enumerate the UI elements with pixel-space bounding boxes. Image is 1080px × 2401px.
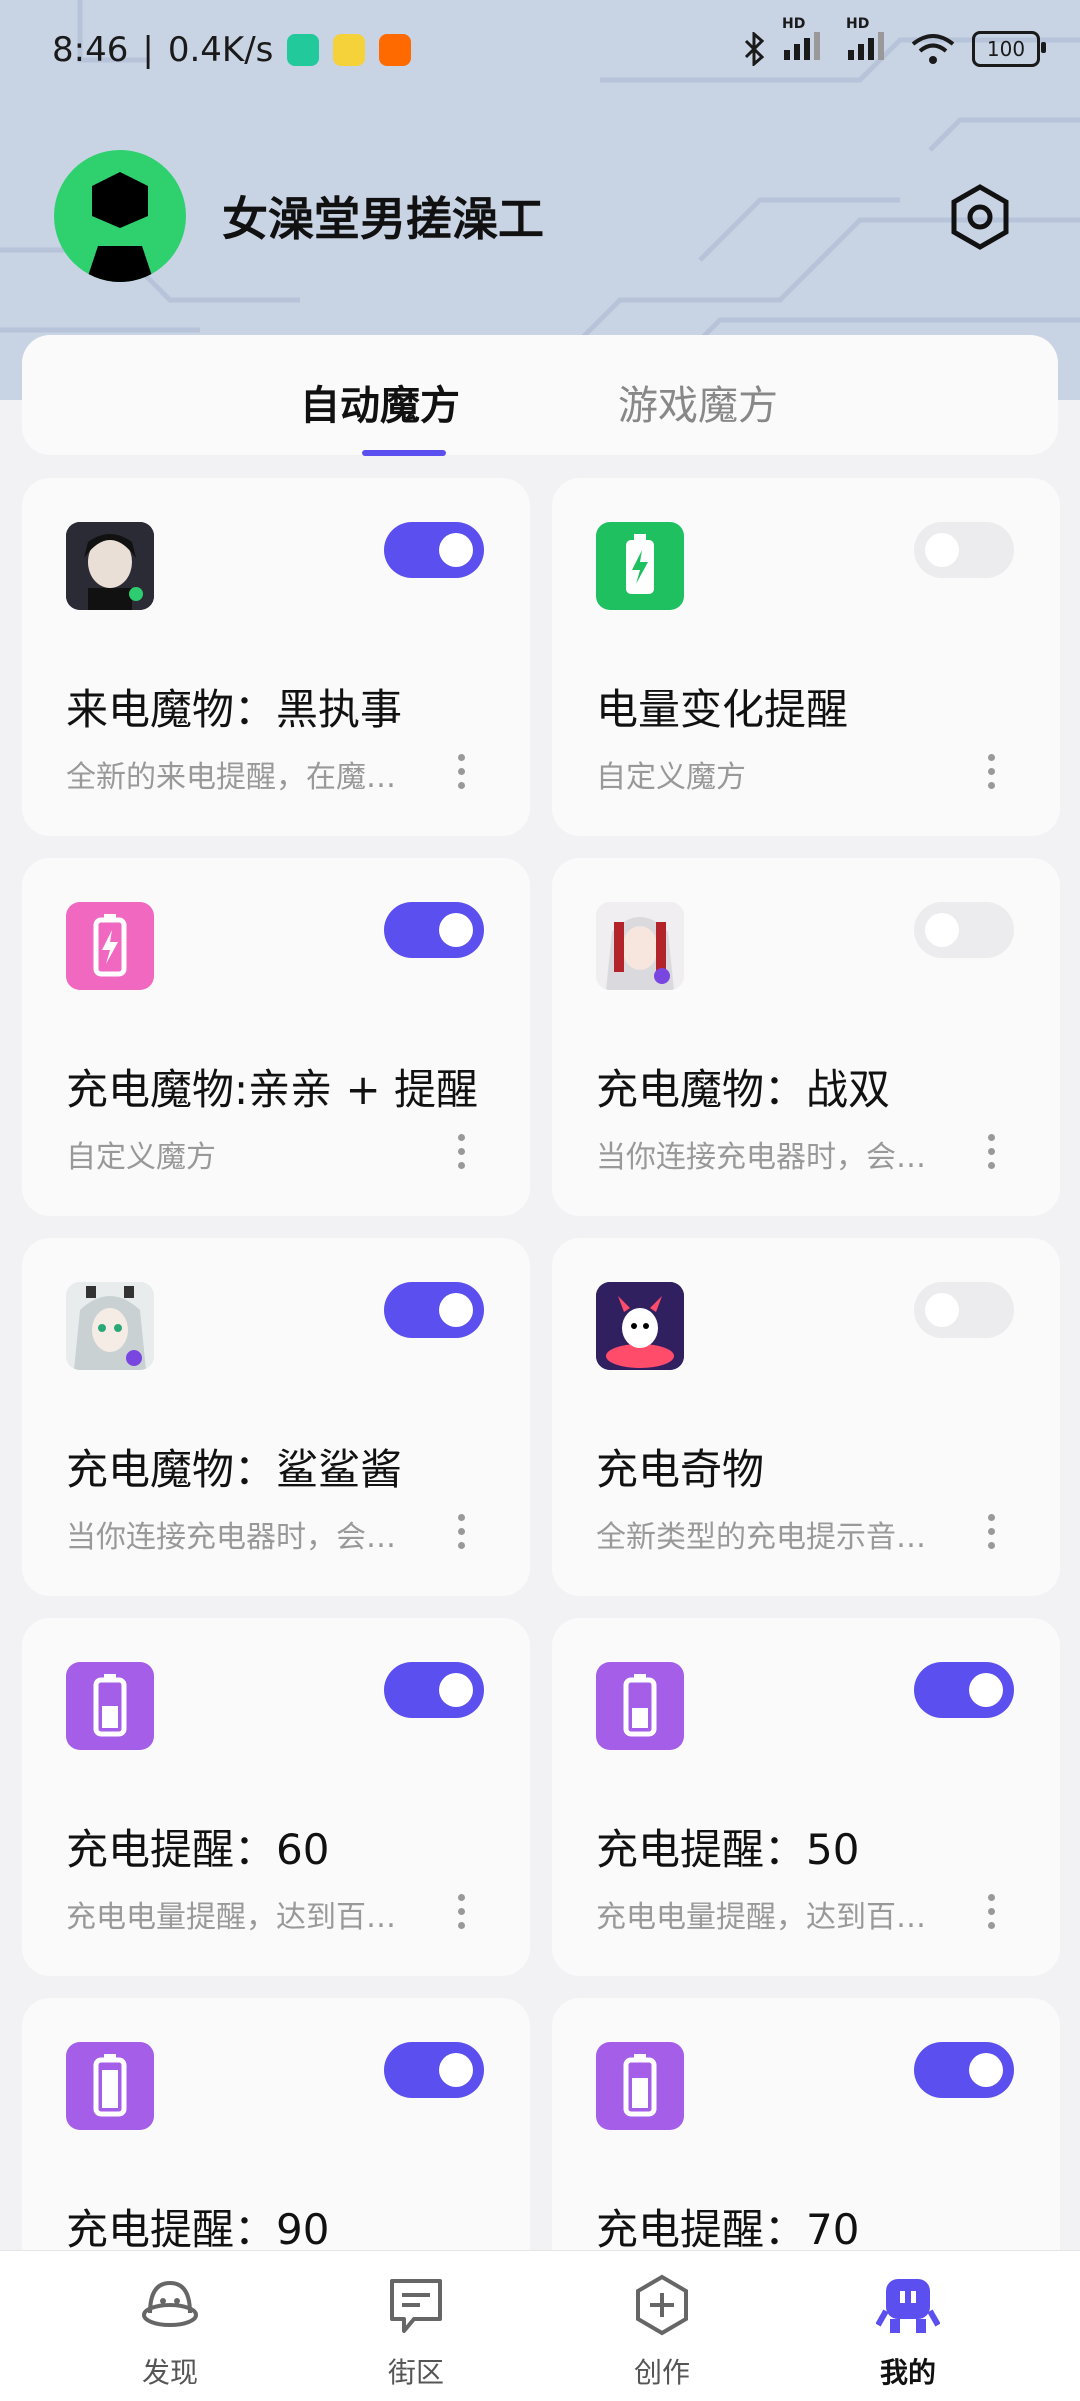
more-options-icon[interactable] [446, 1892, 476, 1932]
more-options-icon[interactable] [976, 1132, 1006, 1172]
signal-icon-2: HD [846, 16, 894, 67]
app-notification-icon [287, 34, 320, 66]
card-title: 电量变化提醒 [596, 685, 849, 734]
username: 女澡堂男搓澡工 [222, 192, 544, 246]
card-description: 充电电量提醒，达到百… [596, 1900, 926, 1935]
create-icon [636, 2274, 688, 2336]
status-bar: 8:46 | 0.4K/s HD HD 100 [0, 0, 1080, 104]
cube-card[interactable]: 充电魔物：战双 当你连接充电器时，会… [552, 858, 1060, 1216]
enable-toggle[interactable] [384, 522, 484, 578]
tab-auto-cube[interactable]: 自动魔方 [300, 373, 460, 431]
cube-card[interactable]: 充电魔物：鲨鲨酱 当你连接充电器时，会… [22, 1238, 530, 1596]
card-description: 当你连接充电器时，会… [66, 1520, 396, 1555]
avatar-figure-icon [86, 172, 154, 282]
cube-card[interactable]: 充电奇物 全新类型的充电提示音… [552, 1238, 1060, 1596]
battery-icon: 100 [972, 30, 1046, 67]
wifi-icon [911, 33, 955, 64]
signal-icon: HD [782, 16, 830, 67]
card-description: 自定义魔方 [596, 760, 746, 795]
nav-mine[interactable]: 我的 [773, 2251, 1043, 2401]
battery-charge-icon [596, 522, 684, 610]
cube-card[interactable]: 来电魔物：黑执事 全新的来电提醒，在魔… [22, 478, 530, 836]
more-options-icon[interactable] [446, 752, 476, 792]
enable-toggle[interactable] [914, 1662, 1014, 1718]
battery-level-icon [66, 2042, 154, 2130]
butler-avatar-icon [66, 522, 154, 610]
card-description: 充电电量提醒，达到百… [66, 1900, 396, 1935]
more-options-icon[interactable] [976, 752, 1006, 792]
more-options-icon[interactable] [976, 1512, 1006, 1552]
card-description: 自定义魔方 [66, 1140, 216, 1175]
tab-active-indicator [362, 450, 446, 456]
profile-header[interactable]: 女澡堂男搓澡工 [54, 150, 544, 282]
cube-card[interactable]: 充电提醒：60 充电电量提醒，达到百… [22, 1618, 530, 1976]
enable-toggle[interactable] [384, 2042, 484, 2098]
battery-level-icon [66, 1662, 154, 1750]
anime-character-icon [596, 902, 684, 990]
card-description: 全新的来电提醒，在魔… [66, 760, 396, 795]
card-title: 充电魔物：战双 [596, 1065, 891, 1114]
anime-character-icon [66, 1282, 154, 1370]
card-title: 充电提醒：60 [66, 1825, 330, 1874]
cube-card[interactable]: 电量变化提醒 自定义魔方 [552, 478, 1060, 836]
ufo-icon [142, 2280, 198, 2327]
more-options-icon[interactable] [446, 1132, 476, 1172]
battery-charge-icon [66, 902, 154, 990]
nav-discover[interactable]: 发现 [35, 2251, 305, 2401]
battery-level-icon [596, 2042, 684, 2130]
card-title: 来电魔物：黑执事 [66, 685, 403, 734]
chat-icon [390, 2279, 442, 2333]
card-title: 充电魔物：鲨鲨酱 [66, 1445, 403, 1494]
nav-label: 创作 [633, 2356, 690, 2389]
nav-label: 我的 [879, 2356, 936, 2389]
cube-card[interactable]: 充电提醒：50 充电电量提醒，达到百… [552, 1618, 1060, 1976]
cube-card[interactable]: 充电魔物:亲亲 + 提醒 自定义魔方 [22, 858, 530, 1216]
card-title: 充电提醒：70 [596, 2205, 860, 2254]
avatar[interactable] [54, 150, 186, 282]
card-description: 当你连接充电器时，会… [596, 1140, 926, 1175]
nav-create[interactable]: 创作 [527, 2251, 797, 2401]
network-speed: 0.4K/s [167, 30, 274, 70]
xianyu-notification-icon [333, 34, 366, 66]
status-time: 8:46 [52, 30, 129, 70]
battery-level-icon [596, 1662, 684, 1750]
settings-icon[interactable] [945, 182, 1015, 252]
tab-game-cube[interactable]: 游戏魔方 [618, 373, 778, 431]
mi-notification-icon [379, 34, 412, 66]
enable-toggle[interactable] [914, 1282, 1014, 1338]
card-description: 全新类型的充电提示音… [596, 1520, 926, 1555]
tab-bar: 自动魔方 游戏魔方 [22, 335, 1058, 456]
card-title: 充电提醒：50 [596, 1825, 860, 1874]
card-title: 充电魔物:亲亲 + 提醒 [66, 1065, 479, 1114]
enable-toggle[interactable] [914, 522, 1014, 578]
enable-toggle[interactable] [914, 902, 1014, 958]
enable-toggle[interactable] [384, 1282, 484, 1338]
enable-toggle[interactable] [384, 1662, 484, 1718]
enable-toggle[interactable] [384, 902, 484, 958]
enable-toggle[interactable] [914, 2042, 1014, 2098]
little-devil-icon [596, 1282, 684, 1370]
bottom-navigation: 发现 街区 创作 我的 [0, 2250, 1080, 2401]
bluetooth-icon [744, 31, 765, 66]
nav-label: 发现 [141, 2356, 198, 2389]
nav-district[interactable]: 街区 [281, 2251, 551, 2401]
more-options-icon[interactable] [976, 1892, 1006, 1932]
nav-label: 街区 [387, 2356, 444, 2389]
card-title: 充电奇物 [596, 1445, 765, 1494]
card-title: 充电提醒：90 [66, 2205, 330, 2254]
more-options-icon[interactable] [446, 1512, 476, 1552]
robot-icon [876, 2279, 940, 2333]
